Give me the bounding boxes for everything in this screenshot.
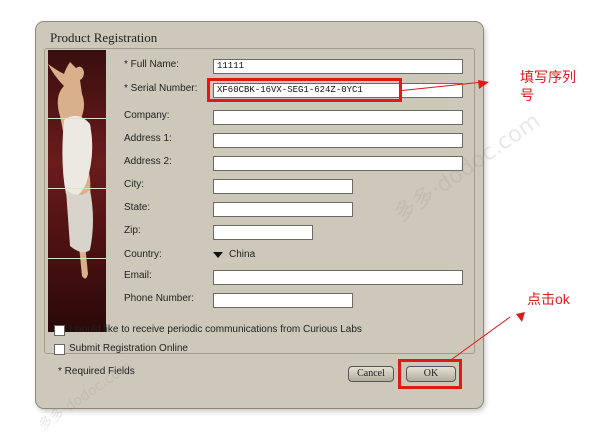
communications-checkbox-row[interactable]: I would like to receive periodic communi… [54, 323, 362, 337]
full-name-label: * Full Name: [124, 59, 180, 70]
country-value: China [229, 249, 256, 260]
serial-annotation-line1: 填写序列 [520, 69, 576, 85]
email-field[interactable] [213, 270, 463, 285]
dropdown-triangle-icon [213, 252, 223, 258]
communications-checkbox[interactable] [54, 324, 65, 336]
arrow-head-icon [478, 80, 489, 89]
ok-highlight-box [398, 359, 462, 389]
address1-field[interactable] [213, 133, 463, 148]
photo-seam [48, 258, 106, 259]
country-label: Country: [124, 249, 162, 260]
country-select[interactable]: China [213, 248, 255, 262]
dialog-title: Product Registration [50, 30, 158, 45]
phone-label: Phone Number: [124, 293, 195, 304]
city-label: City: [124, 179, 144, 190]
cancel-button[interactable]: Cancel [348, 366, 394, 382]
company-field[interactable] [213, 110, 463, 125]
address1-label: Address 1: [124, 133, 172, 144]
full-name-field[interactable]: 11111 [213, 59, 463, 74]
communications-label: I would like to receive periodic communi… [69, 324, 362, 335]
company-label: Company: [124, 110, 170, 121]
product-photo [48, 50, 106, 332]
online-checkbox-row[interactable]: Submit Registration Online [54, 342, 188, 356]
serial-highlight-box [207, 78, 402, 102]
photo-seam [48, 118, 106, 119]
address2-field[interactable] [213, 156, 463, 171]
phone-field[interactable] [213, 293, 353, 308]
state-label: State: [124, 202, 151, 213]
serial-number-label: * Serial Number: [124, 83, 198, 94]
dancer-figure-image [48, 62, 93, 279]
photo-seam [48, 188, 106, 189]
ok-annotation: 点击ok [527, 291, 570, 307]
online-label: Submit Registration Online [69, 343, 188, 354]
email-label: Email: [124, 270, 152, 281]
zip-field[interactable] [213, 225, 313, 240]
city-field[interactable] [213, 179, 353, 194]
arrow-head-icon [516, 312, 525, 322]
online-checkbox[interactable] [54, 343, 65, 355]
state-field[interactable] [213, 202, 353, 217]
serial-annotation-line2: 号 [520, 87, 534, 103]
zip-label: Zip: [124, 225, 141, 236]
address2-label: Address 2: [124, 156, 172, 167]
